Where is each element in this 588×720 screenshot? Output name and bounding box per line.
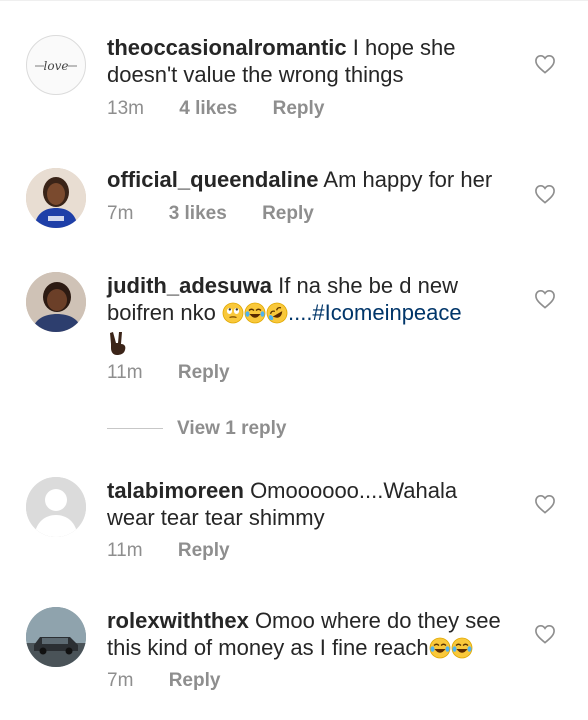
- hashtag-link[interactable]: ....#Icomeinpeace: [288, 300, 462, 325]
- victory-hand-icon: [107, 330, 129, 362]
- avatar-photo: [26, 607, 86, 667]
- reply-button[interactable]: Reply: [262, 203, 314, 225]
- avatar[interactable]: [26, 477, 86, 537]
- love-logo-icon: love: [35, 59, 77, 73]
- comment-text: judith_adesuwa If na she be d new boifre…: [107, 272, 507, 362]
- comment-text: talabimoreen Omoooooo....Wahala wear tea…: [107, 477, 507, 531]
- comment-time: 7m: [107, 670, 134, 691]
- comment-body: Am happy for her: [323, 167, 493, 192]
- face-with-rolling-eyes-icon: [222, 302, 244, 330]
- comment-meta: 11m Reply: [107, 540, 230, 562]
- comment-username[interactable]: judith_adesuwa: [107, 273, 272, 298]
- comment-time: 11m: [107, 540, 143, 561]
- face-with-tears-of-joy-icon: [451, 637, 473, 665]
- comment-meta: 11m Reply: [107, 362, 230, 384]
- comment-time: 7m: [107, 203, 134, 224]
- heart-icon[interactable]: [534, 289, 556, 309]
- heart-icon[interactable]: [534, 184, 556, 204]
- heart-icon[interactable]: [534, 54, 556, 74]
- comment-time: 11m: [107, 362, 143, 383]
- face-with-tears-of-joy-icon: [244, 302, 266, 330]
- comment-meta: 7m Reply: [107, 670, 220, 692]
- view-replies-label: View 1 reply: [177, 418, 287, 439]
- comment-likes[interactable]: 4 likes: [179, 98, 237, 120]
- rolling-on-floor-laughing-icon: [266, 302, 288, 330]
- avatar[interactable]: [26, 168, 86, 228]
- comment-username[interactable]: rolexwiththex: [107, 608, 249, 633]
- comment-meta: 13m 4 likes Reply: [107, 98, 324, 120]
- comment-meta: 7m 3 likes Reply: [107, 203, 314, 225]
- reply-button[interactable]: Reply: [273, 98, 325, 120]
- comment-text: theoccasionalromantic I hope she doesn't…: [107, 34, 507, 88]
- view-replies-divider: [107, 428, 163, 429]
- reply-button[interactable]: Reply: [169, 670, 221, 692]
- reply-button[interactable]: Reply: [178, 362, 230, 384]
- heart-icon[interactable]: [534, 494, 556, 514]
- avatar[interactable]: love: [26, 35, 86, 95]
- top-divider: [0, 0, 588, 1]
- comment-username[interactable]: talabimoreen: [107, 478, 244, 503]
- face-with-tears-of-joy-icon: [429, 637, 451, 665]
- comment-username[interactable]: theoccasionalromantic: [107, 35, 347, 60]
- avatar-logo-text: love: [44, 59, 69, 73]
- heart-icon[interactable]: [534, 624, 556, 644]
- view-replies-button[interactable]: View 1 reply: [107, 418, 407, 442]
- comment-time: 13m: [107, 98, 144, 119]
- avatar[interactable]: [26, 607, 86, 667]
- comment-likes[interactable]: 3 likes: [169, 203, 227, 225]
- comment-text: official_queendaline Am happy for her: [107, 166, 507, 193]
- avatar-photo: [26, 272, 86, 332]
- avatar[interactable]: [26, 272, 86, 332]
- reply-button[interactable]: Reply: [178, 540, 230, 562]
- default-avatar-icon: [26, 477, 86, 537]
- comment-username[interactable]: official_queendaline: [107, 167, 319, 192]
- comment-text: rolexwiththex Omoo where do they see thi…: [107, 607, 507, 665]
- avatar-photo: [26, 168, 86, 228]
